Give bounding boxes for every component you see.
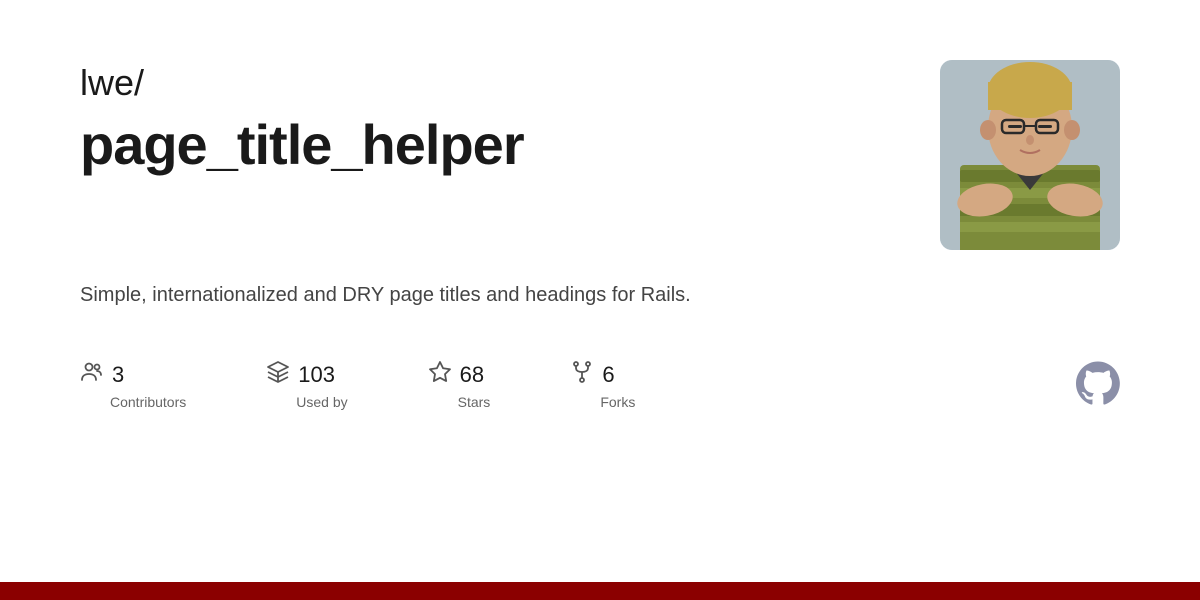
contributors-count: 3: [112, 362, 124, 388]
used-by-count: 103: [298, 362, 335, 388]
bottom-bar: [0, 582, 1200, 600]
contributors-stat-top: 3: [80, 360, 124, 390]
contributors-stat[interactable]: 3 Contributors: [80, 360, 186, 410]
forks-label: Forks: [600, 394, 635, 410]
forks-stat[interactable]: 6 Forks: [570, 360, 635, 410]
used-by-stat[interactable]: 103 Used by: [266, 360, 347, 410]
contributors-icon: [80, 360, 104, 390]
fork-icon: [570, 360, 594, 390]
forks-count: 6: [602, 362, 614, 388]
stars-stat[interactable]: 68 Stars: [428, 360, 491, 410]
forks-stat-top: 6: [570, 360, 614, 390]
used-by-label: Used by: [296, 394, 347, 410]
repo-header: lwe/ page_title_helper: [80, 60, 1120, 250]
stars-stat-top: 68: [428, 360, 484, 390]
star-icon: [428, 360, 452, 390]
stars-count: 68: [460, 362, 484, 388]
github-mark[interactable]: [1076, 361, 1120, 410]
repo-title-section: lwe/ page_title_helper: [80, 60, 900, 178]
stars-label: Stars: [458, 394, 491, 410]
main-content: lwe/ page_title_helper: [0, 0, 1200, 582]
avatar: [940, 60, 1120, 250]
contributors-label: Contributors: [110, 394, 186, 410]
package-icon: [266, 360, 290, 390]
repo-description: Simple, internationalized and DRY page t…: [80, 280, 760, 310]
used-by-stat-top: 103: [266, 360, 335, 390]
stats-row: 3 Contributors 103 Used by: [80, 360, 1120, 410]
repo-namespace: lwe/: [80, 60, 900, 107]
repo-name[interactable]: page_title_helper: [80, 111, 900, 178]
